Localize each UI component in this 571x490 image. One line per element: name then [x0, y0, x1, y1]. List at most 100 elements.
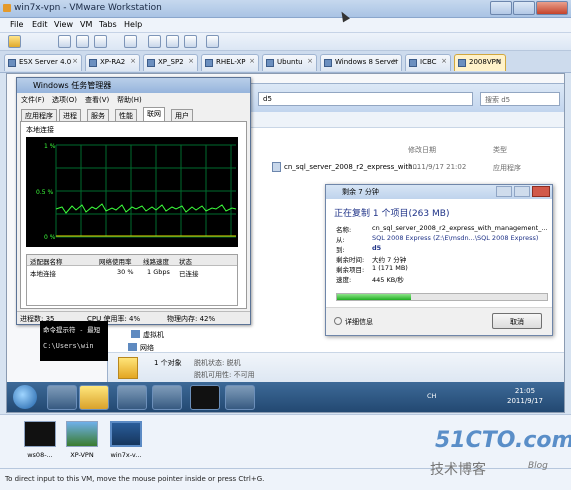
tab-icbc[interactable]: ICBC × — [405, 54, 451, 71]
unity-icon[interactable] — [184, 35, 197, 48]
close-button[interactable] — [532, 186, 550, 197]
close-tab-icon[interactable]: × — [249, 57, 255, 65]
sidebar-icon[interactable] — [124, 35, 137, 48]
copy-dialog-body: 正在复制 1 个项目(263 MB) 名称: cn_sql_server_200… — [326, 199, 552, 335]
more-details-button[interactable]: 详细信息 — [334, 317, 373, 327]
tm-menu-help[interactable]: 帮助(H) — [117, 95, 142, 105]
tab-ubuntu[interactable]: Ubuntu × — [262, 54, 317, 71]
language-indicator[interactable]: CH — [427, 392, 436, 400]
address-bar[interactable]: d5 — [258, 92, 473, 106]
nav-item-vm[interactable]: 虚拟机 — [131, 330, 164, 340]
close-tab-icon[interactable]: × — [307, 57, 313, 65]
task-manager-title: Windows 任务管理器 — [17, 78, 250, 93]
tm-tab-processes[interactable]: 进程 — [59, 109, 81, 121]
vm-icon — [8, 59, 16, 67]
col-speed[interactable]: 线路速度 — [143, 256, 169, 266]
table-row[interactable]: 本地连接 30 % 1 Gbps 已连接 — [27, 267, 237, 278]
menu-view[interactable]: View — [54, 20, 73, 29]
close-tab-icon[interactable]: × — [188, 57, 194, 65]
command-prompt-window[interactable]: 命令提示符 - 最短 C:\Users\win — [40, 321, 108, 361]
menu-file[interactable]: File — [10, 20, 23, 29]
tab-xp-ra2[interactable]: XP-RA2 × — [85, 54, 140, 71]
column-modified[interactable]: 修改日期 — [408, 145, 436, 155]
taskbar-explorer-icon[interactable] — [47, 385, 77, 410]
menu-help[interactable]: Help — [124, 20, 142, 29]
taskbar-cmd-icon[interactable] — [190, 385, 220, 410]
console-view-icon[interactable] — [206, 35, 219, 48]
menu-vm[interactable]: VM — [80, 20, 92, 29]
thumbnail-win7x-vpn[interactable] — [110, 421, 142, 447]
status-message: To direct input to this VM, move the mou… — [5, 475, 265, 483]
minimize-button[interactable] — [490, 1, 512, 15]
tm-tab-users[interactable]: 用户 — [171, 109, 193, 121]
tm-tab-services[interactable]: 服务 — [87, 109, 109, 121]
vm-console[interactable]: d5 搜索 d5 修改日期 类型 cn_sql_server_2008_r2_e… — [6, 73, 565, 413]
close-tab-icon[interactable]: × — [130, 57, 136, 65]
copy-dialog-footer: 详细信息 取消 — [326, 307, 552, 335]
to-value[interactable]: d5 — [372, 244, 381, 252]
thumbnail-ws08[interactable] — [24, 421, 56, 447]
clock[interactable]: 21:05 2011/9/17 — [507, 386, 543, 406]
toolbar — [0, 33, 571, 51]
tm-menu-view[interactable]: 查看(V) — [85, 95, 109, 105]
col-utilization[interactable]: 网络使用率 — [99, 256, 132, 266]
manage-snapshots-icon[interactable] — [94, 35, 107, 48]
taskbar: CH 21:05 2011/9/17 — [7, 382, 564, 412]
taskbar-folder-icon[interactable] — [79, 385, 109, 410]
snapshot-icon[interactable] — [58, 35, 71, 48]
tab-windows-8-server[interactable]: Windows 8 Server × — [320, 54, 402, 71]
close-tab-icon[interactable]: × — [392, 57, 398, 65]
col-state[interactable]: 状态 — [179, 256, 192, 266]
vm-icon — [266, 59, 274, 67]
column-type[interactable]: 类型 — [493, 145, 507, 155]
vm-icon — [89, 59, 97, 67]
close-button[interactable] — [536, 1, 568, 15]
revert-icon[interactable] — [76, 35, 89, 48]
start-button[interactable] — [13, 385, 37, 409]
details-pane: 1 个对象 脱机状态: 脱机 脱机可用性: 不可用 — [108, 352, 564, 384]
object-count: 1 个对象 — [154, 359, 182, 367]
taskbar-network-icon[interactable] — [152, 385, 182, 410]
tab-xp-sp2[interactable]: XP_SP2 × — [143, 54, 198, 71]
network-icon — [128, 343, 137, 351]
tm-tab-networking[interactable]: 联网 — [143, 107, 165, 121]
taskbar-taskmgr-icon[interactable] — [117, 385, 147, 410]
thumbnail-xp-vpn[interactable] — [66, 421, 98, 447]
chevron-down-icon — [334, 317, 342, 325]
copy-heading: 正在复制 1 个项目(263 MB) — [334, 209, 450, 219]
fullscreen-icon[interactable] — [166, 35, 179, 48]
power-icon[interactable] — [8, 35, 21, 48]
minimize-button[interactable] — [496, 186, 512, 197]
close-tab-icon[interactable]: × — [496, 57, 502, 65]
search-input[interactable]: 搜索 d5 — [480, 92, 560, 106]
time-label: 剩余时间: — [336, 256, 365, 264]
adapter-table-header: 适配器名称 网络使用率 线路速度 状态 — [27, 255, 237, 266]
quick-switch-icon[interactable] — [148, 35, 161, 48]
tab-rhel-xp[interactable]: RHEL-XP × — [201, 54, 259, 71]
col-adapter[interactable]: 适配器名称 — [30, 256, 63, 266]
tm-menu-file[interactable]: 文件(F) — [21, 95, 45, 105]
time-value: 大约 7 分钟 — [372, 256, 407, 264]
watermark-sub: 技术博客 — [430, 462, 486, 478]
thumbnail-label: ws08-... — [27, 451, 53, 459]
close-tab-icon[interactable]: × — [72, 57, 78, 65]
tm-tab-applications[interactable]: 应用程序 — [21, 109, 57, 121]
menu-edit[interactable]: Edit — [32, 20, 48, 29]
tab-esx-server[interactable]: ESX Server 4.0 × — [4, 54, 82, 71]
taskbar-copy-icon[interactable] — [225, 385, 255, 410]
tm-tab-performance[interactable]: 性能 — [115, 109, 137, 121]
vm-icon — [409, 59, 417, 67]
close-tab-icon[interactable]: × — [441, 57, 447, 65]
copy-dialog-title: 剩余 7 分钟 — [326, 185, 552, 199]
cancel-button[interactable]: 取消 — [492, 313, 542, 329]
vmware-window: win7x-vpn - VMware Workstation File Edit… — [0, 0, 571, 490]
adapter-state: 已连接 — [179, 270, 199, 278]
from-value[interactable]: SQL 2008 Express (Z:\E\msdn...\SQL 2008 … — [372, 234, 538, 242]
tab-2008vpn[interactable]: 2008VPN × — [454, 54, 506, 71]
speed-label: 速度: — [336, 276, 352, 284]
tm-menu-options[interactable]: 选项(O) — [52, 95, 77, 105]
menu-tabs[interactable]: Tabs — [99, 20, 117, 29]
maximize-button[interactable] — [514, 186, 530, 197]
maximize-button[interactable] — [513, 1, 535, 15]
file-row[interactable]: cn_sql_server_2008_r2_express_with... 20… — [258, 162, 563, 176]
